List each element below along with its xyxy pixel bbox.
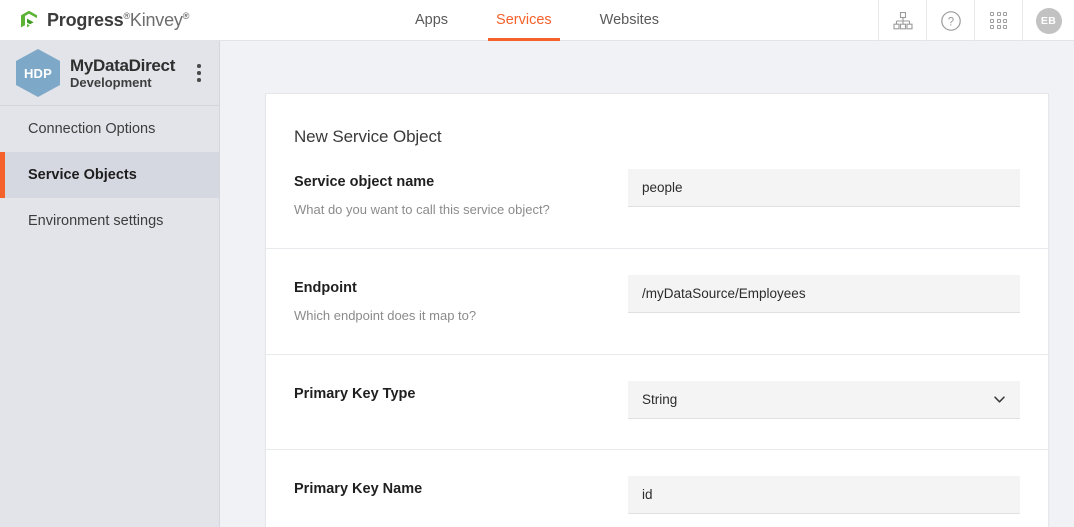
sidebar-project-header: HDP MyDataDirect Development bbox=[0, 41, 219, 106]
avatar-initials: EB bbox=[1035, 7, 1062, 34]
form-label-block: Primary Key Name bbox=[294, 476, 628, 499]
sidebar-item-environment-settings[interactable]: Environment settings bbox=[0, 198, 219, 244]
form-field-block: String bbox=[628, 381, 1020, 419]
avatar[interactable]: EB bbox=[1022, 0, 1074, 41]
sidebar-nav-list: Connection Options Service Objects Envir… bbox=[0, 106, 219, 244]
project-text: MyDataDirect Development bbox=[70, 56, 189, 91]
field-label: Service object name bbox=[294, 174, 435, 190]
app-grid-dots bbox=[990, 12, 1007, 29]
chevron-down-icon bbox=[993, 393, 1006, 406]
project-badge-hexagon-icon: HDP bbox=[16, 49, 60, 97]
field-help-text: What do you want to call this service ob… bbox=[294, 202, 550, 217]
form-field-block: id bbox=[628, 476, 1020, 514]
nav-tab-websites[interactable]: Websites bbox=[598, 0, 661, 41]
page-title: New Service Object bbox=[294, 127, 442, 146]
field-label: Primary Key Type bbox=[294, 386, 416, 402]
primary-key-type-select[interactable]: String bbox=[628, 381, 1020, 419]
field-label: Primary Key Name bbox=[294, 481, 423, 497]
project-badge-label: HDP bbox=[23, 65, 53, 81]
sidebar: HDP MyDataDirect Development Connection … bbox=[0, 41, 220, 527]
project-title: MyDataDirect bbox=[70, 55, 176, 75]
help-icon[interactable]: ? bbox=[926, 0, 974, 41]
sidebar-item-label: Connection Options bbox=[28, 121, 156, 137]
form-label-block: Primary Key Type bbox=[294, 381, 628, 404]
brand-logo[interactable]: Progress®Kinvey® bbox=[18, 9, 189, 31]
select-value: String bbox=[642, 392, 678, 407]
primary-key-name-input[interactable]: id bbox=[628, 476, 1020, 514]
sidebar-item-label: Environment settings bbox=[28, 213, 164, 229]
input-value: /myDataSource/Employees bbox=[642, 286, 806, 301]
sidebar-item-service-objects[interactable]: Service Objects bbox=[0, 152, 219, 198]
new-service-object-card: New Service Object Service object name W… bbox=[265, 93, 1049, 527]
form-field-block: people bbox=[628, 169, 1020, 207]
input-value: people bbox=[642, 180, 683, 195]
brand-primary: Progress bbox=[47, 9, 124, 30]
endpoint-input[interactable]: /myDataSource/Employees bbox=[628, 275, 1020, 313]
service-object-name-input[interactable]: people bbox=[628, 169, 1020, 207]
input-value: id bbox=[642, 487, 653, 502]
nav-tab-apps[interactable]: Apps bbox=[413, 0, 450, 41]
top-header: Progress®Kinvey® Apps Services Websites … bbox=[0, 0, 1074, 41]
form-row-service-object-name: Service object name What do you want to … bbox=[266, 147, 1048, 249]
project-subtitle: Development bbox=[70, 74, 152, 90]
form-label-block: Service object name What do you want to … bbox=[294, 169, 628, 218]
field-label: Endpoint bbox=[294, 280, 357, 296]
header-icon-group: ? EB bbox=[878, 0, 1074, 41]
main-content: New Service Object Service object name W… bbox=[221, 41, 1074, 527]
sidebar-item-connection-options[interactable]: Connection Options bbox=[0, 106, 219, 152]
kebab-menu-icon[interactable] bbox=[189, 64, 209, 82]
brand-registered-2: ® bbox=[182, 10, 190, 21]
svg-text:?: ? bbox=[947, 16, 953, 28]
sidebar-item-label: Service Objects bbox=[28, 167, 137, 183]
nav-tab-services[interactable]: Services bbox=[488, 0, 560, 41]
sitemap-icon[interactable] bbox=[878, 0, 926, 41]
field-help-text: Which endpoint does it map to? bbox=[294, 308, 477, 323]
app-grid-icon[interactable] bbox=[974, 0, 1022, 41]
brand-secondary: Kinvey bbox=[129, 9, 183, 30]
form-row-primary-key-type: Primary Key Type String bbox=[266, 355, 1048, 450]
form-label-block: Endpoint Which endpoint does it map to? bbox=[294, 275, 628, 324]
form-field-block: /myDataSource/Employees bbox=[628, 275, 1020, 313]
form-row-primary-key-name: Primary Key Name id bbox=[266, 450, 1048, 527]
progress-logo-icon bbox=[18, 9, 40, 31]
brand-text: Progress®Kinvey® bbox=[47, 10, 189, 31]
form-row-endpoint: Endpoint Which endpoint does it map to? … bbox=[266, 249, 1048, 355]
